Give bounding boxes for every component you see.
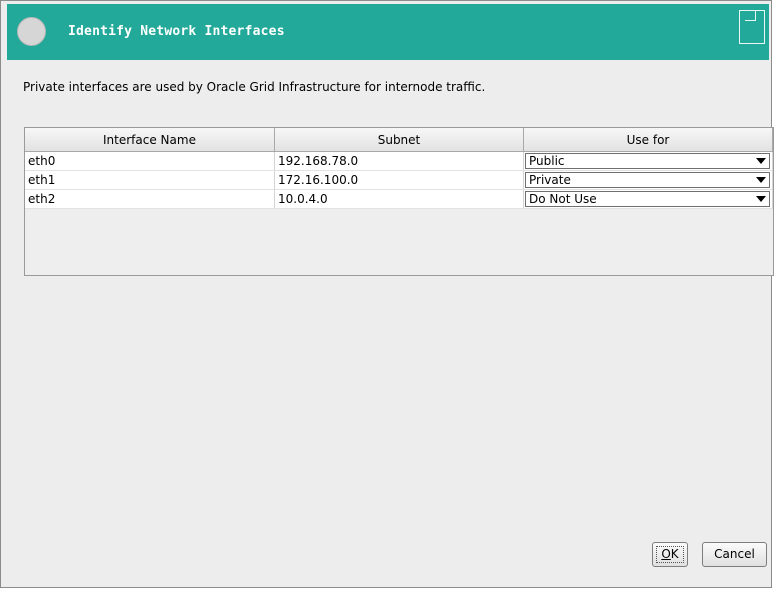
cancel-button[interactable]: Cancel bbox=[702, 542, 767, 567]
maximize-icon[interactable] bbox=[739, 10, 765, 44]
ok-label-rest: K bbox=[670, 547, 679, 561]
column-header-interface-name[interactable]: Interface Name bbox=[25, 128, 275, 152]
use-for-value: Private bbox=[529, 173, 571, 187]
use-for-value: Do Not Use bbox=[529, 192, 597, 206]
table-row[interactable]: eth0 192.168.78.0 Public bbox=[25, 152, 773, 171]
use-for-cell: Do Not Use bbox=[524, 190, 773, 209]
chevron-down-icon[interactable] bbox=[756, 158, 766, 164]
subnet-cell[interactable]: 192.168.78.0 bbox=[275, 152, 524, 171]
use-for-cell: Private bbox=[524, 171, 773, 190]
interface-name-cell[interactable]: eth1 bbox=[25, 171, 275, 190]
ok-button-label: OK bbox=[656, 546, 684, 563]
title-bar[interactable]: Identify Network Interfaces bbox=[7, 4, 769, 60]
table-row[interactable]: eth2 10.0.4.0 Do Not Use bbox=[25, 190, 773, 209]
table-row[interactable]: eth1 172.16.100.0 Private bbox=[25, 171, 773, 190]
chevron-down-icon[interactable] bbox=[756, 177, 766, 183]
column-header-subnet[interactable]: Subnet bbox=[275, 128, 524, 152]
use-for-dropdown[interactable]: Private bbox=[525, 172, 770, 188]
use-for-value: Public bbox=[529, 154, 565, 168]
interface-name-cell[interactable]: eth0 bbox=[25, 152, 275, 171]
column-header-use-for[interactable]: Use for bbox=[524, 128, 773, 152]
description-text: Private interfaces are used by Oracle Gr… bbox=[23, 80, 486, 94]
chevron-down-icon[interactable] bbox=[756, 196, 766, 202]
table-body: eth0 192.168.78.0 Public eth1 172.16.100… bbox=[25, 152, 773, 209]
circle-app-icon bbox=[17, 17, 46, 46]
dialog-window: Identify Network Interfaces Private inte… bbox=[0, 0, 774, 588]
use-for-dropdown[interactable]: Public bbox=[525, 153, 770, 169]
table-header: Interface Name Subnet Use for bbox=[25, 128, 773, 152]
interface-name-cell[interactable]: eth2 bbox=[25, 190, 275, 209]
dialog-title: Identify Network Interfaces bbox=[68, 24, 285, 39]
use-for-dropdown[interactable]: Do Not Use bbox=[525, 191, 770, 207]
subnet-cell[interactable]: 10.0.4.0 bbox=[275, 190, 524, 209]
subnet-cell[interactable]: 172.16.100.0 bbox=[275, 171, 524, 190]
interfaces-table: Interface Name Subnet Use for eth0 192.1… bbox=[24, 127, 774, 276]
use-for-cell: Public bbox=[524, 152, 773, 171]
ok-button[interactable]: OK bbox=[652, 542, 688, 567]
ok-mnemonic: O bbox=[661, 547, 671, 561]
